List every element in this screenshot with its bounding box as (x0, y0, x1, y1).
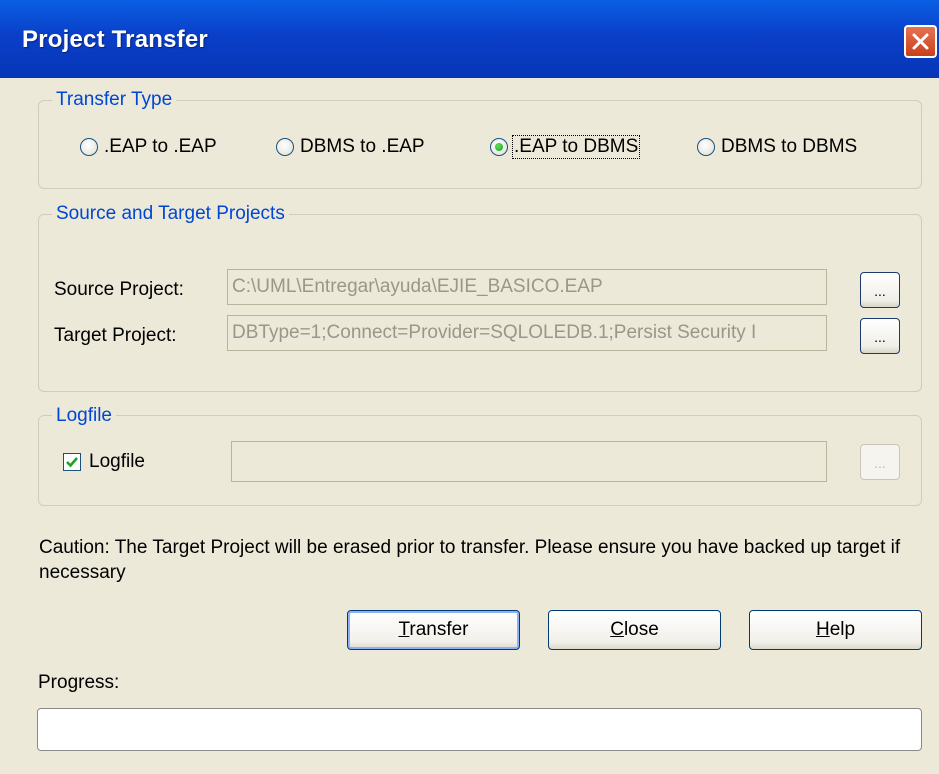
logfile-checkbox-label[interactable]: Logfile (89, 451, 145, 473)
radio-label: DBMS to .EAP (300, 136, 425, 157)
radio-dot (495, 143, 503, 151)
logfile-checkbox[interactable] (63, 453, 81, 471)
radio-button-icon (276, 138, 294, 156)
radio-dbms-to-dbms[interactable]: DBMS to DBMS (697, 137, 857, 157)
target-browse-button[interactable]: ... (860, 318, 900, 354)
radio-dbms-to-eap[interactable]: DBMS to .EAP (276, 137, 425, 157)
radio-eap-to-eap[interactable]: .EAP to .EAP (80, 137, 217, 157)
caution-message: Caution: The Target Project will be eras… (39, 537, 901, 583)
logfile-path-field[interactable] (231, 441, 827, 482)
project-transfer-dialog: Project Transfer Transfer Type .EAP to .… (0, 0, 939, 774)
progress-bar (37, 708, 922, 751)
projects-legend: Source and Target Projects (52, 203, 289, 225)
close-mnemonic: C (610, 619, 624, 640)
logfile-legend: Logfile (52, 405, 116, 427)
source-project-label: Source Project: (54, 279, 184, 300)
radio-button-icon (697, 138, 715, 156)
close-label-rest: lose (623, 619, 659, 640)
close-button[interactable]: Close (548, 610, 721, 650)
transfer-button[interactable]: Transfer (347, 610, 520, 650)
close-window-button[interactable] (904, 25, 937, 58)
radio-label: .EAP to DBMS (511, 135, 641, 159)
radio-button-icon (80, 138, 98, 156)
target-project-label: Target Project: (54, 325, 177, 346)
radio-button-selected-icon (490, 138, 508, 156)
source-project-field[interactable]: C:\UML\Entregar\ayuda\EJIE_BASICO.EAP (227, 269, 827, 305)
target-project-field[interactable]: DBType=1;Connect=Provider=SQLOLEDB.1;Per… (227, 315, 827, 351)
window-title: Project Transfer (22, 26, 208, 53)
radio-eap-to-dbms[interactable]: .EAP to DBMS (490, 135, 641, 159)
radio-label: .EAP to .EAP (104, 136, 217, 157)
logfile-browse-button[interactable]: ... (860, 444, 900, 480)
transfer-mnemonic: T (398, 619, 410, 640)
source-browse-button[interactable]: ... (860, 272, 900, 308)
checkmark-icon (66, 457, 78, 468)
help-label-rest: elp (829, 619, 856, 640)
progress-label: Progress: (38, 672, 120, 693)
close-icon (912, 33, 929, 50)
help-button[interactable]: Help (749, 610, 922, 650)
title-bar[interactable]: Project Transfer (0, 0, 939, 78)
transfer-type-legend: Transfer Type (52, 89, 177, 111)
transfer-label-rest: ransfer (409, 619, 469, 640)
help-mnemonic: H (815, 619, 830, 640)
radio-label: DBMS to DBMS (721, 136, 858, 157)
